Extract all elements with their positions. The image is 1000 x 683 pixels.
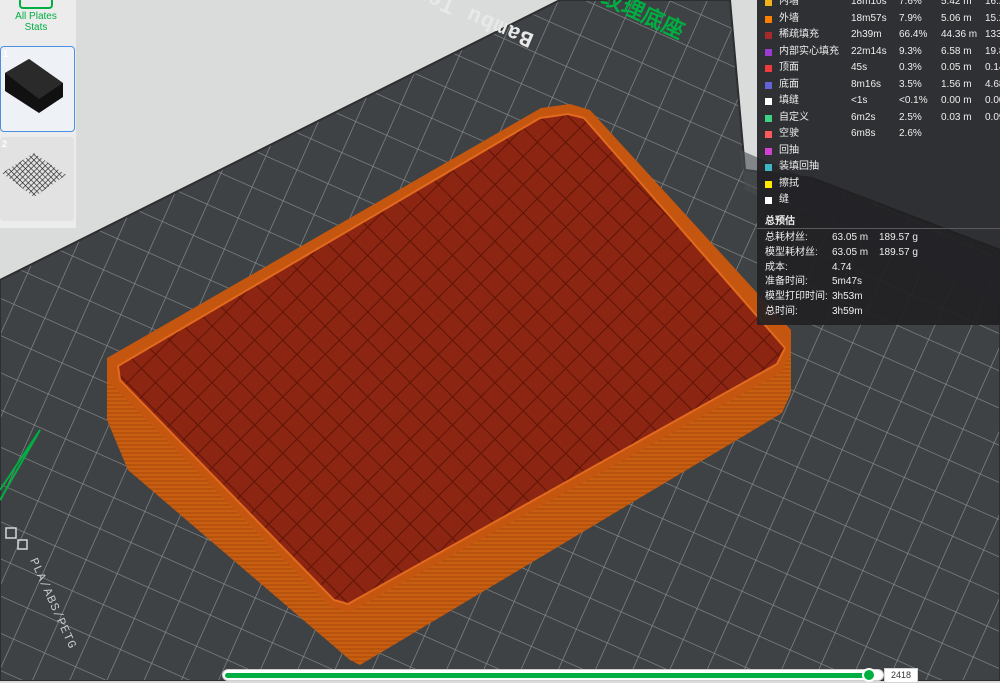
estimate-weight: 189.57 g — [879, 246, 918, 258]
feature-name: 回抽 — [779, 144, 799, 156]
estimate-label: 模型耗材丝: — [765, 246, 818, 258]
layer-slider[interactable] — [222, 666, 884, 682]
feature-percent: 2.6% — [899, 128, 922, 139]
feature-time: 22m14s — [851, 45, 887, 57]
color-swatch — [765, 197, 772, 204]
box-preview-icon — [5, 59, 63, 113]
feature-percent: 7.9% — [899, 12, 922, 24]
all-plates-stats-button[interactable]: All Plates Stats — [0, 0, 72, 40]
feature-name: 空驶 — [779, 128, 799, 139]
feature-name: 内墙 — [779, 0, 799, 7]
feature-weight: 0.00 — [985, 95, 1000, 106]
feature-time: <1s — [851, 95, 868, 106]
feature-percent: 3.5% — [899, 78, 922, 90]
feature-name: 底面 — [779, 78, 799, 90]
feature-length: 44.36 m — [941, 29, 978, 40]
layer-slider-fill — [225, 673, 867, 678]
estimate-value: 5m47s — [832, 276, 863, 288]
grid-preview-icon — [2, 153, 66, 197]
feature-percent: 66.4% — [899, 29, 928, 40]
feature-length: 6.58 m — [941, 45, 972, 57]
feature-weight: 16.2 — [985, 0, 1000, 7]
estimate-value: 3h53m — [832, 291, 863, 303]
feature-name: 擦拭 — [779, 177, 799, 189]
feature-weight: 19.80 — [985, 45, 1000, 57]
color-swatch — [765, 131, 772, 138]
layer-slider-handle[interactable] — [862, 668, 876, 682]
feature-length: 0.05 m — [941, 62, 972, 73]
feature-name: 缝 — [779, 194, 789, 205]
feature-name: 稀疏填充 — [779, 29, 819, 40]
color-swatch — [765, 65, 772, 72]
feature-time: 8m16s — [851, 78, 882, 90]
color-swatch — [765, 81, 772, 89]
estimate-value: 63.05 m — [832, 246, 869, 258]
feature-length: 5.42 m — [941, 0, 972, 7]
estimate-title: 总预估 — [765, 216, 795, 227]
feature-weight: 15.21 — [985, 12, 1000, 24]
slice-statistics-panel: 内墙 18m10s 7.6% 5.42 m 16.2 外墙 18m57s 7.9% 5.06 m… — [757, 0, 1000, 325]
estimate-value: 3h59m — [832, 306, 863, 317]
plate-thumbnail-1[interactable]: 1 — [0, 46, 75, 132]
feature-length: 1.56 m — [941, 78, 972, 90]
feature-name: 填缝 — [779, 95, 799, 106]
color-swatch — [765, 32, 772, 39]
color-swatch — [765, 164, 772, 171]
color-swatch — [765, 48, 772, 56]
estimate-value: 4.74 — [832, 261, 852, 273]
plate-thumbnail-2[interactable]: 2 — [0, 137, 74, 221]
feature-name: 自定义 — [779, 111, 809, 123]
feature-time: 18m10s — [851, 0, 887, 7]
color-swatch — [765, 114, 772, 122]
feature-length: 5.06 m — [941, 12, 972, 24]
estimate-label: 成本: — [765, 261, 788, 273]
feature-length: 0.00 m — [941, 95, 972, 106]
estimate-label: 准备时间: — [765, 276, 808, 288]
feature-weight: 133.3 — [985, 29, 1000, 40]
feature-percent: <0.1% — [899, 95, 928, 106]
feature-time: 2h39m — [851, 29, 882, 40]
feature-length: 0.03 m — [941, 111, 972, 123]
color-swatch — [765, 0, 772, 6]
color-swatch — [765, 147, 772, 155]
feature-time: 6m8s — [851, 128, 876, 139]
estimate-label: 模型打印时间: — [765, 291, 828, 303]
feature-name: 内部实心填充 — [779, 45, 839, 57]
feature-weight: 0.14 — [985, 62, 1000, 73]
stats-label: Stats — [24, 22, 48, 33]
feature-percent: 2.5% — [899, 111, 922, 123]
estimate-value: 63.05 m — [832, 232, 869, 243]
plate-list: All Plates Stats 1 2 — [0, 0, 76, 228]
feature-weight: 0.09 — [985, 111, 1000, 123]
estimate-label: 总时间: — [765, 306, 798, 317]
divider — [757, 228, 1000, 229]
estimate-label: 总耗材丝: — [765, 232, 808, 243]
feature-name: 装填回抽 — [779, 161, 819, 172]
feature-percent: 7.6% — [899, 0, 922, 7]
color-swatch — [765, 180, 772, 188]
color-swatch — [765, 98, 772, 105]
feature-percent: 9.3% — [899, 45, 922, 57]
estimate-weight: 189.57 g — [879, 232, 918, 243]
feature-time: 18m57s — [851, 12, 887, 24]
feature-time: 6m2s — [851, 111, 876, 123]
feature-name: 外墙 — [779, 12, 799, 24]
color-swatch — [765, 15, 772, 23]
feature-weight: 4.68 — [985, 78, 1000, 90]
feature-percent: 0.3% — [899, 62, 922, 73]
feature-time: 45s — [851, 62, 868, 73]
all-plates-label: All Plates — [15, 11, 57, 22]
feature-name: 顶面 — [779, 62, 799, 73]
stats-icon — [19, 0, 53, 9]
